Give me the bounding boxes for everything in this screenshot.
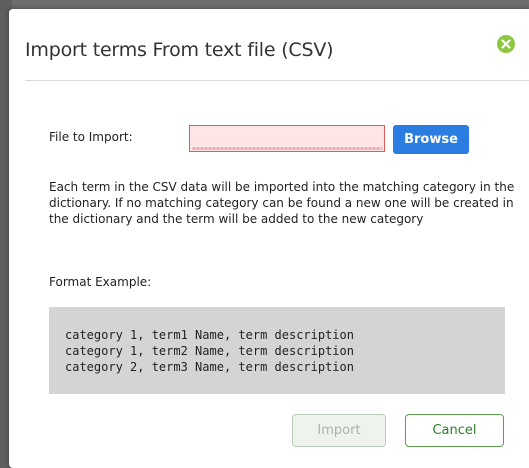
format-example-line: category 1, term1 Name, term description <box>65 328 354 342</box>
import-button[interactable]: Import <box>292 414 386 447</box>
file-to-import-label: File to Import: <box>49 130 133 144</box>
dialog-header: Import terms From text file (CSV) <box>25 9 529 81</box>
import-description: Each term in the CSV data will be import… <box>49 180 515 226</box>
dialog-title: Import terms From text file (CSV) <box>25 39 334 61</box>
close-icon[interactable] <box>497 35 515 53</box>
format-example-line: category 1, term2 Name, term description <box>65 344 354 358</box>
browse-button[interactable]: Browse <box>393 125 469 154</box>
validation-error-underline <box>192 147 382 150</box>
format-example-box: category 1, term1 Name, term description… <box>49 307 505 394</box>
file-input[interactable] <box>189 125 385 152</box>
format-example-label: Format Example: <box>49 275 152 289</box>
import-dialog: Import terms From text file (CSV) File t… <box>9 9 529 468</box>
format-example-line: category 2, term3 Name, term description <box>65 360 354 374</box>
cancel-button[interactable]: Cancel <box>405 414 504 447</box>
